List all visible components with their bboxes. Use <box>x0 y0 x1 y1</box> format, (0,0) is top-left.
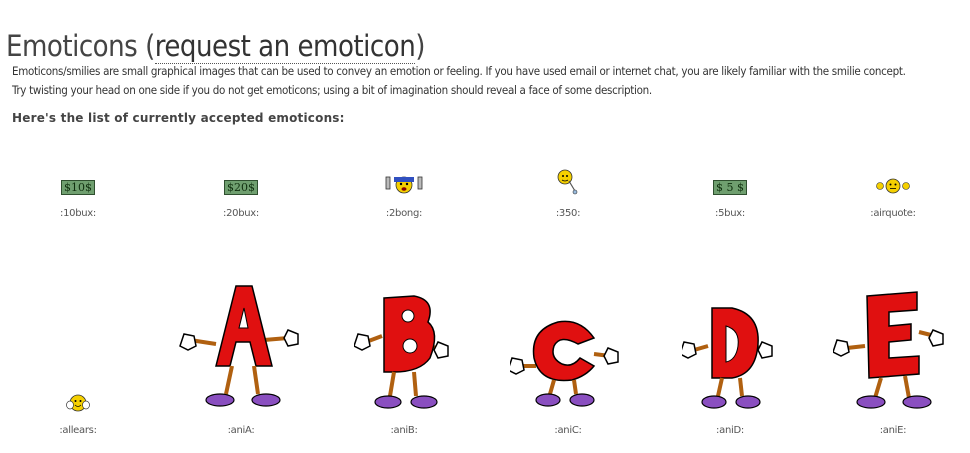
bong-smiley-icon <box>385 176 423 194</box>
emoticon-code: :allears: <box>59 425 97 436</box>
emoticon-code: :aniE: <box>879 425 907 436</box>
emoticon-code: :aniC: <box>554 425 582 436</box>
intro-line-1: Emoticons/smilies are small graphical im… <box>12 64 906 78</box>
title-paren-close: ) <box>415 29 425 64</box>
emoticon-aniA: :aniA: <box>161 270 321 440</box>
airquote-smiley-icon <box>876 178 910 194</box>
dollar-bill-icon: $20$ <box>224 180 258 195</box>
emoticon-aniD: :aniD: <box>650 270 810 440</box>
emoticon-code: :20bux: <box>223 208 259 219</box>
dancing-letter-e-icon <box>833 291 944 409</box>
allears-smiley-icon <box>66 394 90 412</box>
emoticon-allears: :allears: <box>0 270 158 440</box>
emoticon-code: :10bux: <box>60 208 96 219</box>
emoticon-code: :5bux: <box>715 208 745 219</box>
emoticon-airquote: :airquote: <box>813 165 970 225</box>
smoking-smiley-icon <box>557 169 578 195</box>
emoticon-aniE: :aniE: <box>813 270 970 440</box>
emoticon-code: :aniB: <box>390 425 418 436</box>
emoticon-code: :aniA: <box>227 425 255 436</box>
title-paren-open: ( <box>145 29 155 64</box>
emoticon-2bong: :2bong: <box>324 165 484 225</box>
emoticon-code: :350: <box>555 208 581 219</box>
dancing-letter-a-icon <box>179 285 299 407</box>
dancing-letter-c-icon <box>510 320 619 407</box>
emoticon-code: :2bong: <box>385 208 423 219</box>
emoticon-aniC: :aniC: <box>488 270 648 440</box>
intro-line-2: Try twisting your head on one side if yo… <box>12 83 652 97</box>
emoticon-code: :airquote: <box>870 208 916 219</box>
page-title: Emoticons (request an emoticon) <box>6 29 425 65</box>
emoticon-20bux: $20$ :20bux: <box>161 165 321 225</box>
dancing-letter-d-icon <box>682 307 773 409</box>
emoticon-350: :350: <box>488 165 648 225</box>
page-title-text: Emoticons <box>6 29 138 64</box>
emoticon-10bux: $10$ :10bux: <box>0 165 158 225</box>
list-heading: Here's the list of currently accepted em… <box>12 111 345 125</box>
dollar-bill-icon: $10$ <box>61 180 95 195</box>
dancing-letter-b-icon <box>354 295 449 409</box>
dollar-bill-icon: $ 5 $ <box>713 180 747 195</box>
request-emoticon-link[interactable]: request an emoticon <box>154 29 416 65</box>
emoticon-5bux: $ 5 $ :5bux: <box>650 165 810 225</box>
intro-text: Emoticons/smilies are small graphical im… <box>12 62 906 100</box>
emoticon-aniB: :aniB: <box>324 270 484 440</box>
emoticon-code: :aniD: <box>716 425 744 436</box>
